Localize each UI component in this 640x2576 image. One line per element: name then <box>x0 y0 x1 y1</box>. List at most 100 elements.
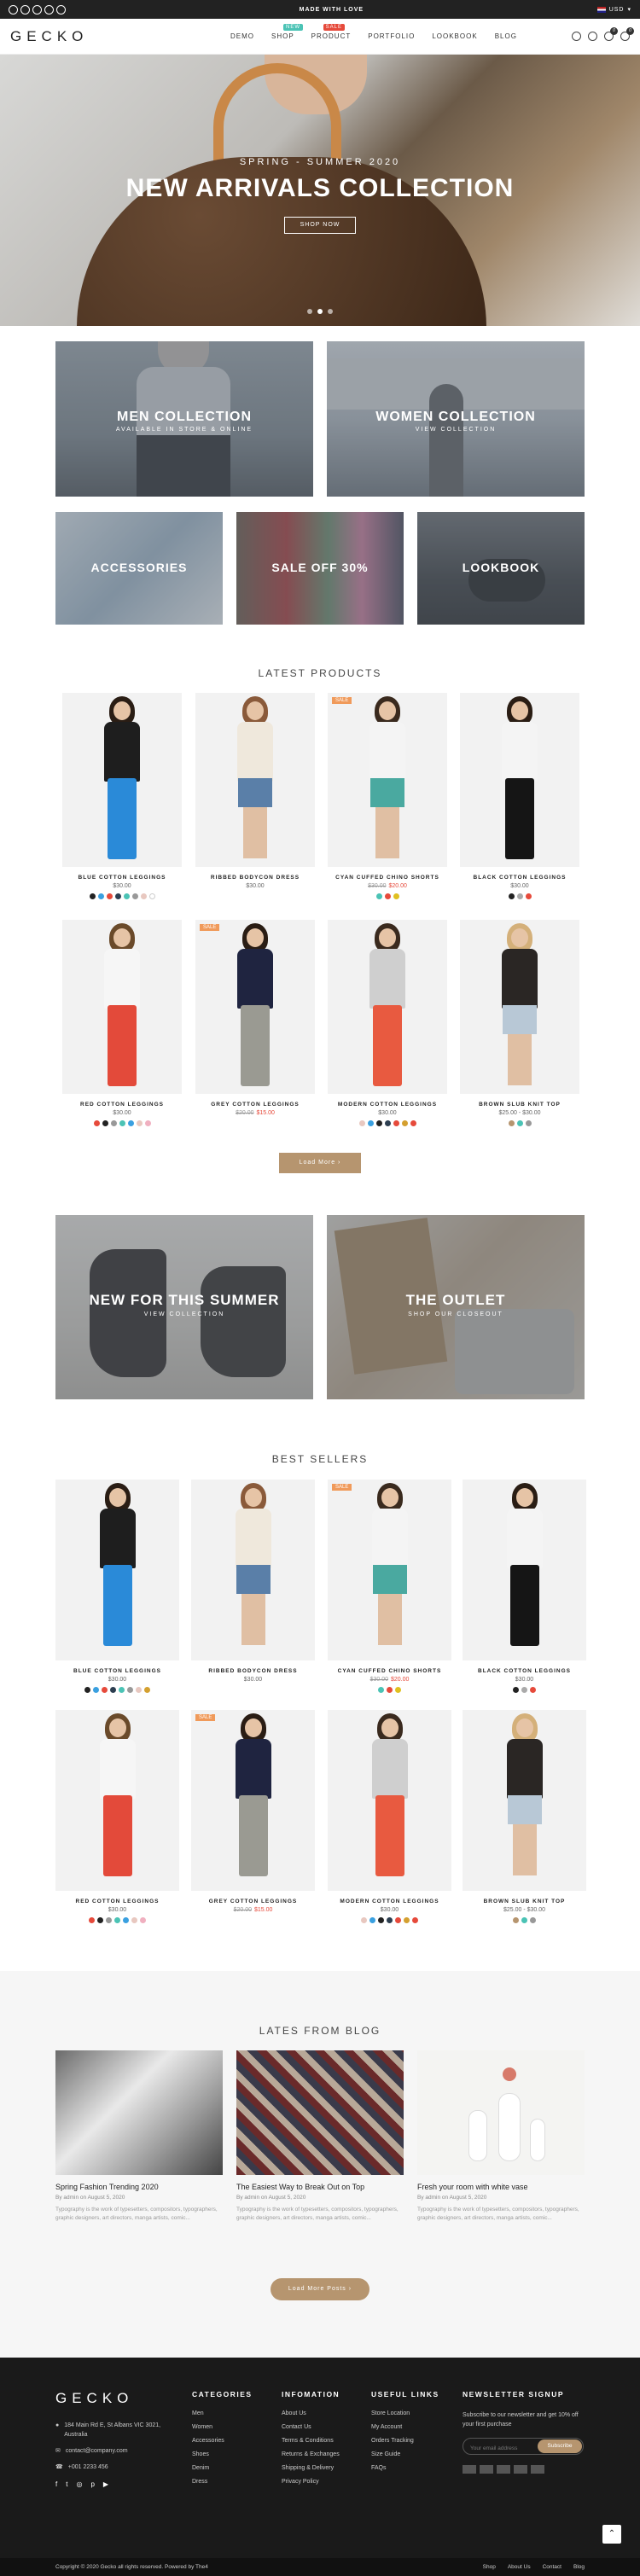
twitter-icon[interactable] <box>20 4 30 15</box>
product-card[interactable]: SALE GREY COTTON LEGGINGS $20.00 $15.00 <box>191 1710 315 1917</box>
footer-link[interactable]: Denim <box>192 2465 253 2471</box>
currency-selector[interactable]: USD ▾ <box>596 6 631 13</box>
color-swatch[interactable] <box>89 893 96 899</box>
color-swatch[interactable] <box>530 1917 536 1923</box>
facebook-icon[interactable] <box>9 4 18 15</box>
product-image[interactable]: SALE <box>191 1710 315 1891</box>
color-swatch[interactable] <box>521 1687 527 1693</box>
color-swatch[interactable] <box>375 1120 382 1126</box>
color-swatch[interactable] <box>97 1917 103 1923</box>
product-name[interactable]: MODERN COTTON LEGGINGS <box>328 1102 447 1108</box>
footer-link[interactable]: Store Location <box>371 2410 439 2416</box>
footer-link[interactable]: Shoes <box>192 2451 253 2457</box>
product-card[interactable]: RIBBED BODYCON DRESS $30.00 <box>191 1480 315 1687</box>
nav-item-blog[interactable]: BLOG <box>495 32 517 40</box>
color-swatch[interactable] <box>516 1120 523 1126</box>
color-swatch[interactable] <box>516 893 523 899</box>
footer-link[interactable]: Size Guide <box>371 2451 439 2457</box>
color-swatch[interactable] <box>412 1917 418 1923</box>
color-swatch[interactable] <box>393 1120 399 1126</box>
facebook-icon[interactable]: f <box>55 2480 57 2488</box>
instagram-icon[interactable]: ◎ <box>76 2480 82 2488</box>
youtube-icon[interactable]: ▶ <box>103 2480 108 2488</box>
color-swatch[interactable] <box>148 893 155 899</box>
product-image[interactable] <box>55 1710 179 1891</box>
product-name[interactable]: BROWN SLUB KNIT TOP <box>460 1102 579 1108</box>
product-image[interactable] <box>460 693 579 867</box>
product-name[interactable]: BLUE COTTON LEGGINGS <box>62 875 182 881</box>
product-image[interactable] <box>463 1710 586 1891</box>
hero-shop-button[interactable]: SHOP NOW <box>284 217 356 234</box>
product-image[interactable] <box>191 1480 315 1660</box>
color-swatch[interactable] <box>513 1687 519 1693</box>
color-swatch[interactable] <box>387 1917 393 1923</box>
product-name[interactable]: RED COTTON LEGGINGS <box>62 1102 182 1108</box>
subscribe-button[interactable]: Subscribe <box>538 2439 582 2453</box>
color-swatch[interactable] <box>102 1687 108 1693</box>
back-to-top-button[interactable]: ⌃ <box>602 2525 621 2544</box>
product-image[interactable]: SALE <box>195 920 315 1094</box>
product-card[interactable]: BLACK COTTON LEGGINGS $30.00 <box>463 1480 586 1693</box>
color-swatch[interactable] <box>131 893 138 899</box>
collection-sale[interactable]: SALE OFF 30% <box>236 512 404 625</box>
slider-dot[interactable] <box>328 309 333 314</box>
nav-item-lookbook[interactable]: LOOKBOOK <box>432 32 477 40</box>
color-swatch[interactable] <box>110 1687 116 1693</box>
blog-post[interactable]: Fresh your room with white vase By admin… <box>417 2050 585 2223</box>
footer-link[interactable]: Accessories <box>192 2438 253 2444</box>
cart-icon[interactable]: 0 <box>620 27 634 41</box>
color-swatch[interactable] <box>127 1120 134 1126</box>
product-card[interactable]: RED COTTON LEGGINGS $30.00 <box>62 920 182 1126</box>
bottom-link[interactable]: About Us <box>508 2564 531 2570</box>
color-swatch[interactable] <box>144 1120 151 1126</box>
color-swatch[interactable] <box>114 1917 120 1923</box>
color-swatch[interactable] <box>123 893 130 899</box>
color-swatch[interactable] <box>140 1917 146 1923</box>
footer-logo[interactable]: GECKO <box>55 2390 175 2407</box>
product-name[interactable]: RED COTTON LEGGINGS <box>55 1899 179 1904</box>
product-card[interactable]: MODERN COTTON LEGGINGS $30.00 <box>328 1710 451 1923</box>
color-swatch[interactable] <box>401 1120 408 1126</box>
collection-accessories[interactable]: ACCESSORIES <box>55 512 223 625</box>
blog-post-image[interactable] <box>55 2050 223 2175</box>
product-card[interactable]: BLUE COTTON LEGGINGS $30.00 <box>55 1480 179 1693</box>
color-swatch[interactable] <box>378 1687 384 1693</box>
nav-item-shop[interactable]: NEW SHOP <box>271 24 303 40</box>
color-swatch[interactable] <box>127 1687 133 1693</box>
color-swatch[interactable] <box>93 1687 99 1693</box>
blog-post-title[interactable]: The Easiest Way to Break Out on Top <box>236 2183 404 2191</box>
blog-post-image[interactable] <box>236 2050 404 2175</box>
color-swatch[interactable] <box>375 893 382 899</box>
color-swatch[interactable] <box>525 893 532 899</box>
color-swatch[interactable] <box>93 1120 100 1126</box>
product-card[interactable]: BROWN SLUB KNIT TOP $25.00 - $30.00 <box>460 920 579 1126</box>
blog-post-title[interactable]: Spring Fashion Trending 2020 <box>55 2183 223 2191</box>
color-swatch[interactable] <box>410 1120 416 1126</box>
search-icon[interactable] <box>572 32 581 41</box>
product-name[interactable]: BLUE COTTON LEGGINGS <box>55 1668 179 1674</box>
footer-link[interactable]: Returns & Exchanges <box>282 2451 340 2457</box>
color-swatch[interactable] <box>84 1687 90 1693</box>
product-image[interactable] <box>195 693 315 867</box>
product-image[interactable] <box>460 920 579 1094</box>
footer-link[interactable]: About Us <box>282 2410 340 2416</box>
product-image[interactable]: SALE <box>328 1480 451 1660</box>
footer-link[interactable]: Privacy Policy <box>282 2479 340 2485</box>
collection-lookbook[interactable]: LOOKBOOK <box>417 512 585 625</box>
product-name[interactable]: CYAN CUFFED CHINO SHORTS <box>328 875 447 881</box>
product-card[interactable]: RIBBED BODYCON DRESS $30.00 <box>195 693 315 893</box>
blog-post-title[interactable]: Fresh your room with white vase <box>417 2183 585 2191</box>
bottom-link[interactable]: Shop <box>483 2564 496 2570</box>
color-swatch[interactable] <box>530 1687 536 1693</box>
product-image[interactable] <box>55 1480 179 1660</box>
user-icon[interactable] <box>588 32 597 41</box>
load-more-posts-button[interactable]: Load More Posts › <box>271 2278 369 2300</box>
color-swatch[interactable] <box>367 1120 374 1126</box>
logo[interactable]: GECKO <box>10 28 181 45</box>
product-name[interactable]: CYAN CUFFED CHINO SHORTS <box>328 1668 451 1674</box>
newsletter-email-input[interactable] <box>463 2440 540 2457</box>
color-swatch[interactable] <box>140 893 147 899</box>
product-name[interactable]: MODERN COTTON LEGGINGS <box>328 1899 451 1904</box>
product-name[interactable]: BROWN SLUB KNIT TOP <box>463 1899 586 1904</box>
nav-item-demo[interactable]: DEMO <box>230 32 254 40</box>
